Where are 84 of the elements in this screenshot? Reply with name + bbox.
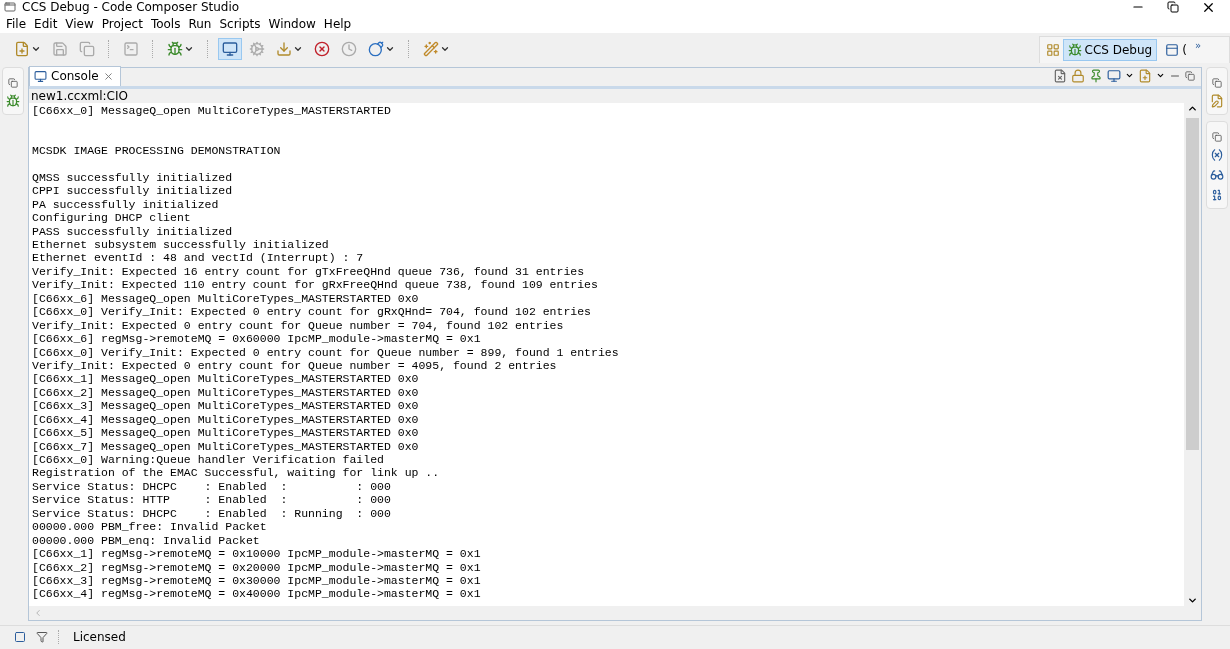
menu-item[interactable]: Window [266, 16, 322, 31]
display-console-icon[interactable] [1107, 68, 1121, 83]
console-line: [C66xx_3] MessageQ_open MultiCoreTypes_MASTERSTARTED 0x0 [32, 399, 420, 413]
console-line: Service Status: DHCPC : Enabled : : 000 [32, 479, 392, 494]
console-line: MCSDK IMAGE PROCESSING DEMONSTRATION [32, 143, 282, 158]
terminal-icon [123, 41, 139, 58]
console-icon [34, 69, 47, 83]
tab-label: Console [51, 69, 99, 84]
console-line: [C66xx_3] regMsg->remoteMQ = 0x30000 IpcMP_module->masterMQ = 0x1 [32, 573, 482, 588]
console-line: Service Status: HTTP : Enabled : : 000 [32, 493, 392, 507]
console-line: [C66xx_2] regMsg->remoteMQ = 0x20000 IpcMP_module->masterMQ = 0x1 [32, 560, 482, 574]
console-line: PASS successfully initialized [32, 224, 234, 238]
download-icon [276, 41, 292, 58]
console-line: [C66xx_5] MessageQ_open MultiCoreTypes_MASTERSTARTED 0x0 [32, 426, 420, 440]
lock-icon[interactable] [1071, 68, 1085, 83]
menu-item[interactable]: File [4, 16, 33, 31]
view-icon[interactable] [14, 631, 26, 644]
close-icon[interactable] [1201, 0, 1216, 15]
console-line: CPPI successfully initialized [32, 184, 234, 198]
console-line: Ethernet subsystem successfully initialized [32, 238, 330, 252]
gear-icon [249, 41, 265, 58]
console-line: [C66xx_4] MessageQ_open MultiCoreTypes_MASTERSTARTED 0x0 [32, 412, 420, 427]
console-line: [C66xx_4] regMsg->remoteMQ = 0x40000 IpcMP_module->masterMQ = 0x1 [32, 587, 482, 601]
status-text: Licensed [58, 630, 143, 645]
wand-icon [423, 41, 439, 58]
bug-icon [1067, 42, 1082, 57]
console-line: QMSS successfully initialized [32, 170, 234, 185]
overflow-chevron[interactable]: » [1194, 40, 1201, 52]
bug-icon[interactable] [6, 93, 20, 108]
console-line: Ethernet eventId : 48 and vectId (Interrupt) : 7 [32, 251, 365, 265]
restore-icon[interactable] [1167, 1, 1179, 13]
console-line: 00000.000 PBM_free: Invalid Packet [32, 520, 268, 534]
monitor-button[interactable] [218, 38, 242, 61]
console-line: [C66xx_0] Warning:Queue handler Verification failed [32, 453, 385, 467]
save-all-icon [79, 41, 95, 58]
console-line: Verify_Init: Expected 0 entry count for Queue number = 4095, found 2 entries [32, 358, 558, 373]
menu-item[interactable]: Help [321, 16, 358, 31]
console-line: [C66xx_6] MessageQ_open MultiCoreTypes_MASTERSTARTED 0x0 [32, 291, 420, 306]
glasses-icon[interactable] [1210, 167, 1224, 182]
variables-icon[interactable] [1210, 147, 1224, 162]
console-line: [C66xx_6] regMsg->remoteMQ = 0x60000 IpcMP_module->masterMQ = 0x1 [32, 332, 482, 346]
app-icon [4, 1, 16, 13]
console-line: [C66xx_0] Verify_Init: Expected 0 entry count for gRxQHnd= 704, found 102 entries [32, 305, 592, 319]
window-title: CCS Debug - Code Composer Studio [22, 0, 241, 14]
scroll-thumb[interactable] [1186, 117, 1199, 450]
window-icon [1165, 42, 1180, 57]
menu-item[interactable]: Project [99, 16, 149, 31]
clear-console-icon[interactable] [1053, 68, 1067, 83]
console-line: [C66xx_2] MessageQ_open MultiCoreTypes_MASTERSTARTED 0x0 [32, 385, 420, 400]
console-line: [C66xx_7] MessageQ_open MultiCoreTypes_MASTERSTARTED 0x0 [32, 439, 420, 453]
console-line: Service Status: DHCPC : Enabled : Running : 000 [32, 506, 392, 521]
console-line: [C66xx_1] MessageQ_open MultiCoreTypes_MASTERSTARTED 0x0 [32, 372, 420, 386]
console-line: 00000.000 PBM_enq: Invalid Packet [32, 533, 261, 548]
binary-icon[interactable] [1210, 187, 1224, 202]
horizontal-scrollbar[interactable] [29, 605, 1201, 620]
maximize-icon[interactable] [1185, 70, 1195, 81]
perspective-button[interactable]: CCS Debug [1062, 38, 1158, 61]
menu-item[interactable]: View [63, 16, 100, 31]
console-line: [C66xx_0] MessageQ_open MultiCoreTypes_MASTERSTARTED [32, 103, 392, 118]
new-file-icon [14, 41, 30, 58]
note-icon[interactable] [1210, 93, 1224, 108]
clock-icon [341, 41, 357, 58]
bomb-icon [368, 41, 384, 58]
breakpoint-icon [314, 41, 330, 58]
console-line: Verify_Init: Expected 16 entry count for gTxFreeQHnd queue 736, found 31 entries [32, 264, 586, 279]
monitor-icon [222, 41, 238, 58]
menu-item[interactable]: Run [186, 16, 218, 31]
console-line: Verify_Init: Expected 0 entry count for Queue number = 704, found 102 entries [32, 318, 565, 333]
open-perspective-icon[interactable] [1045, 42, 1060, 57]
menu-item[interactable]: Scripts [217, 16, 267, 31]
filter-icon[interactable] [36, 631, 48, 644]
console-line: [C66xx_0] Verify_Init: Expected 0 entry count for Queue number = 899, found 1 entries [32, 345, 620, 359]
console-line: PA successfully initialized [32, 197, 220, 212]
console-tab[interactable]: Console [29, 65, 121, 86]
console-line: Registration of the EMAC Successful, waiting for link up .. [32, 466, 441, 480]
console-line: [C66xx_1] regMsg->remoteMQ = 0x10000 IpcMP_module->masterMQ = 0x1 [32, 547, 482, 561]
menu-item[interactable]: Tools [148, 16, 187, 31]
perspective-button[interactable]: ( [1160, 38, 1192, 61]
save-icon [52, 41, 68, 58]
pin-icon[interactable] [1089, 68, 1103, 83]
console-line: Configuring DHCP client [32, 211, 192, 225]
console-line: Verify_Init: Expected 110 entry count for gRxFreeQHnd queue 738, found 109 entries [32, 278, 599, 292]
menu-item[interactable]: Edit [32, 16, 64, 31]
bug-icon [167, 41, 183, 58]
